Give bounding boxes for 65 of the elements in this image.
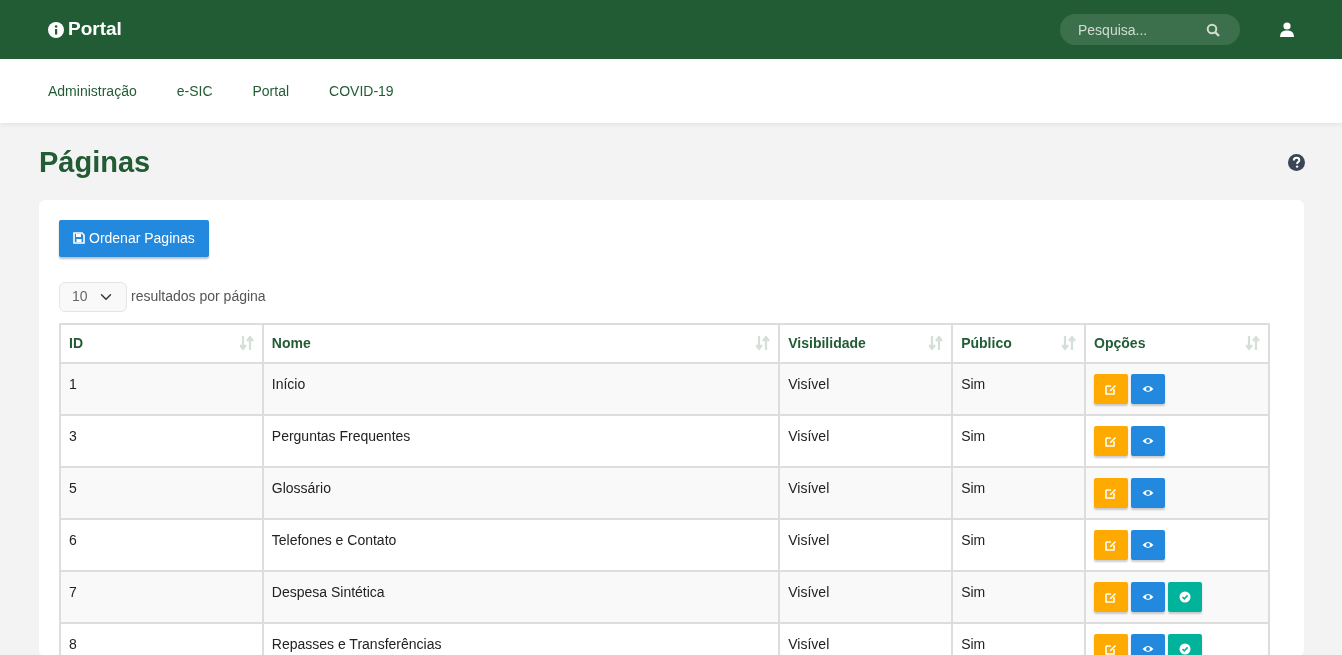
- table-cell: Glossário: [262, 466, 780, 519]
- edit-button[interactable]: [1094, 633, 1129, 655]
- menu-link[interactable]: COVID-19: [329, 80, 394, 102]
- column-header[interactable]: ID: [69, 332, 83, 354]
- view-button[interactable]: [1131, 425, 1166, 456]
- edit-icon: [1105, 538, 1118, 551]
- check-circle-icon: [1179, 642, 1192, 655]
- approve-button[interactable]: [1168, 581, 1203, 612]
- edit-button[interactable]: [1094, 581, 1129, 612]
- approve-button[interactable]: [1168, 633, 1203, 655]
- page-size-label: resultados por página: [131, 287, 266, 307]
- table-cell: 7: [60, 570, 263, 623]
- edit-button[interactable]: [1094, 425, 1129, 456]
- sort-icon[interactable]: [1062, 335, 1077, 352]
- sort-icon[interactable]: [756, 335, 771, 352]
- sort-icon[interactable]: [239, 335, 254, 352]
- table-cell: Visível: [779, 570, 953, 623]
- table-cell: 8: [60, 622, 263, 655]
- table-cell: Sim: [952, 466, 1086, 519]
- info-icon: [48, 21, 64, 38]
- view-button[interactable]: [1131, 633, 1166, 655]
- view-button[interactable]: [1131, 477, 1166, 508]
- edit-button[interactable]: [1094, 529, 1129, 560]
- help-icon[interactable]: [1288, 153, 1305, 171]
- table-cell: Visível: [779, 466, 953, 519]
- view-button[interactable]: [1131, 529, 1166, 560]
- table-cell: Sim: [952, 414, 1086, 467]
- edit-icon: [1105, 486, 1118, 499]
- user-icon[interactable]: [1280, 22, 1294, 37]
- table-cell: Despesa Sintética: [262, 570, 780, 623]
- search-icon[interactable]: [1206, 23, 1220, 37]
- brand-title[interactable]: Portal: [68, 15, 122, 44]
- check-circle-icon: [1179, 590, 1192, 603]
- table-cell: Telefones e Contato: [262, 518, 780, 571]
- table-cell: Perguntas Frequentes: [262, 414, 780, 467]
- view-button[interactable]: [1131, 581, 1166, 612]
- table-cell: Sim: [952, 570, 1086, 623]
- table-cell: Visível: [779, 362, 953, 415]
- table-cell: Visível: [779, 518, 953, 571]
- sort-icon[interactable]: [929, 335, 944, 352]
- menu-link[interactable]: Portal: [252, 80, 290, 102]
- page-title: Páginas: [39, 145, 151, 180]
- sort-icon[interactable]: [1246, 335, 1260, 352]
- table-cell: Sim: [952, 518, 1086, 571]
- table-cell: Início: [262, 362, 780, 415]
- column-header[interactable]: Nome: [271, 332, 311, 354]
- edit-icon: [1105, 642, 1118, 655]
- edit-button[interactable]: [1094, 373, 1129, 404]
- table-cell: 1: [60, 362, 263, 415]
- menu-link[interactable]: Administração: [48, 80, 137, 102]
- view-button[interactable]: [1131, 373, 1166, 404]
- search-field[interactable]: Pesquisa...: [1060, 14, 1240, 45]
- table-cell: Sim: [952, 362, 1086, 415]
- table-cell: 6: [60, 518, 263, 571]
- edit-icon: [1105, 434, 1118, 447]
- edit-icon: [1105, 590, 1118, 603]
- page-size-select[interactable]: 10: [59, 281, 127, 312]
- table-cell: 5: [60, 466, 263, 519]
- menu-link[interactable]: e-SIC: [176, 80, 213, 102]
- column-header[interactable]: Opções: [1094, 332, 1146, 354]
- edit-button[interactable]: [1094, 477, 1129, 508]
- table-cell: Visível: [779, 414, 953, 467]
- table-cell: 3: [60, 414, 263, 467]
- edit-icon: [1105, 382, 1118, 395]
- order-pages-button[interactable]: Ordenar Paginas: [59, 219, 209, 257]
